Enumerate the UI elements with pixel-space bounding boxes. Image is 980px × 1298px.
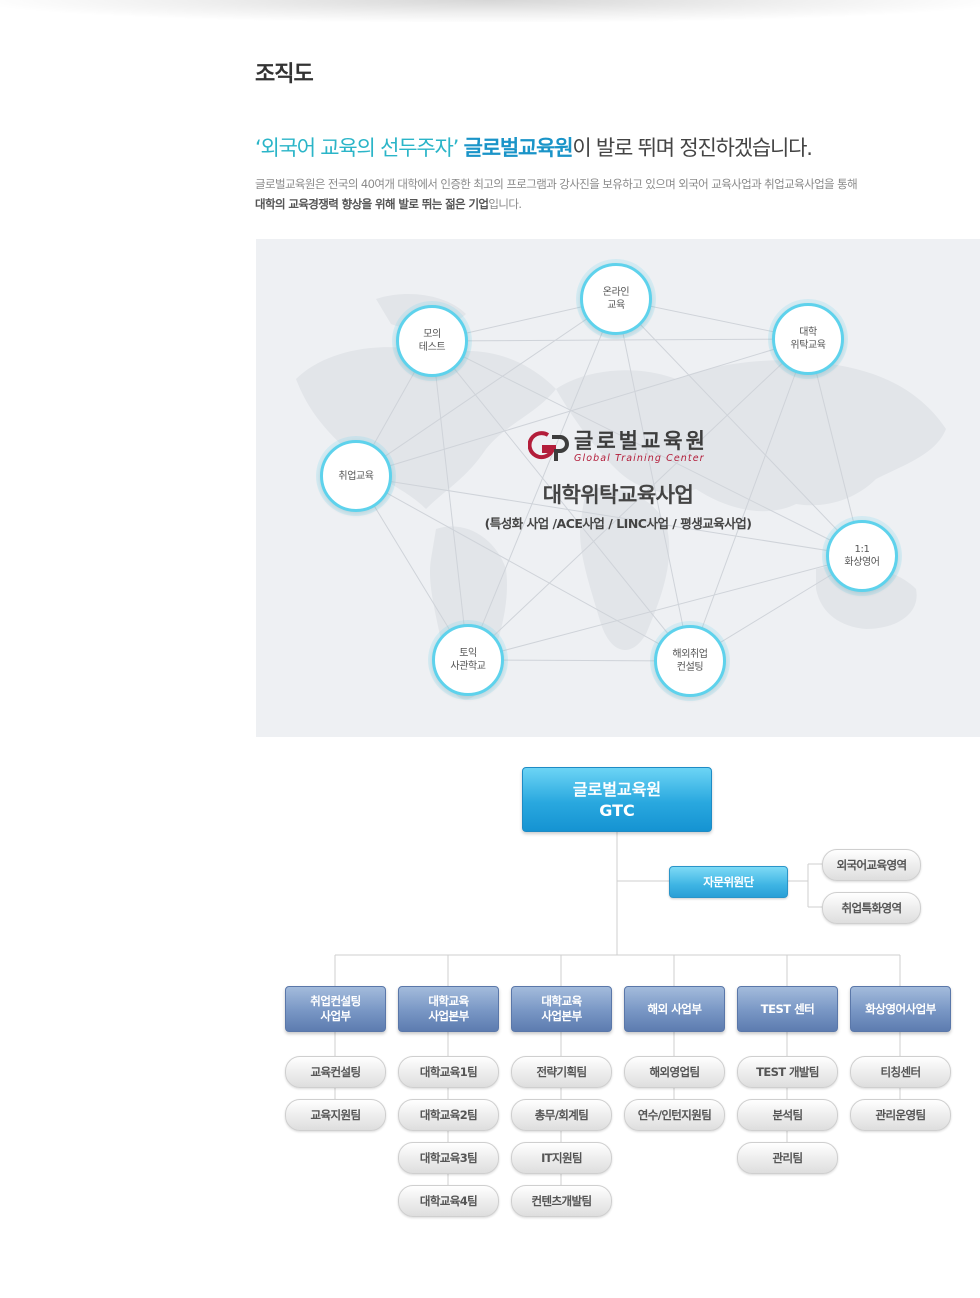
dept-overseas: 해외 사업부 bbox=[624, 986, 725, 1032]
advisory-committee: 자문위원단 bbox=[669, 866, 788, 898]
dept-university-education-1: 대학교육 사업본부 bbox=[398, 986, 499, 1032]
gtc-logo-icon bbox=[528, 431, 569, 461]
team-test-development: TEST 개발팀 bbox=[737, 1056, 838, 1088]
org-root-gtc: 글로벌교육원 GTC bbox=[522, 767, 712, 832]
headline: ‘외국어 교육의 선두주자’ 글로벌교육원이 발로 뛰며 정진하겠습니다. bbox=[255, 132, 813, 162]
team-strategy-planning: 전략기획팀 bbox=[511, 1056, 612, 1088]
intro-line-2-strong: 대학의 교육경쟁력 향상을 위해 발로 뛰는 젊은 기업 bbox=[255, 197, 489, 211]
node-overseas-job-consulting: 해외취업 컨설팅 bbox=[654, 625, 726, 697]
advisory-area-foreign-language: 외국어교육영역 bbox=[822, 849, 921, 881]
intro-line-2-rest: 입니다. bbox=[488, 197, 522, 211]
center-title: 대학위탁교육사업 bbox=[542, 483, 694, 507]
team-university-education-1: 대학교육1팀 bbox=[398, 1056, 499, 1088]
node-university-commissioned-education: 대학 위탁교육 bbox=[772, 303, 844, 375]
headline-rest: 이 발로 뛰며 정진하겠습니다. bbox=[572, 136, 813, 160]
team-teaching-center: 티칭센터 bbox=[850, 1056, 951, 1088]
advisory-area-employment: 취업특화영역 bbox=[822, 892, 921, 924]
business-map: 온라인 교육 모의 테스트 대학 위탁교육 취업교육 1:1 화상영어 토익 사… bbox=[256, 239, 980, 737]
team-management: 관리팀 bbox=[737, 1142, 838, 1174]
dept-employment-consulting: 취업컨설팅 사업부 bbox=[285, 986, 386, 1032]
intro-line-2: 대학의 교육경쟁력 향상을 위해 발로 뛰는 젊은 기업입니다. bbox=[255, 194, 955, 214]
team-education-consulting: 교육컨설팅 bbox=[285, 1056, 386, 1088]
team-operations-management: 관리운영팀 bbox=[850, 1099, 951, 1131]
team-university-education-4: 대학교육4팀 bbox=[398, 1185, 499, 1217]
dept-test-center: TEST 센터 bbox=[737, 986, 838, 1032]
team-training-internship-support: 연수/인턴지원팀 bbox=[624, 1099, 725, 1131]
dept-video-english: 화상영어사업부 bbox=[850, 986, 951, 1032]
org-root-name: 글로벌교육원 bbox=[572, 779, 662, 799]
team-education-support: 교육지원팀 bbox=[285, 1099, 386, 1131]
page-title: 조직도 bbox=[255, 62, 314, 87]
center-subtitle: (특성화 사업 /ACE사업 / LINC사업 / 평생교육사업) bbox=[484, 516, 752, 531]
team-content-development: 컨텐츠개발팀 bbox=[511, 1185, 612, 1217]
logo-text-korean: 글로벌교육원 bbox=[574, 429, 708, 453]
intro-text: 글로벌교육원은 전국의 40여개 대학에서 인증한 최고의 프로그램과 강사진을… bbox=[255, 174, 955, 214]
org-root-abbr: GTC bbox=[599, 800, 635, 820]
intro-line-1: 글로벌교육원은 전국의 40여개 대학에서 인증한 최고의 프로그램과 강사진을… bbox=[255, 177, 858, 191]
team-university-education-2: 대학교육2팀 bbox=[398, 1099, 499, 1131]
node-mock-test: 모의 테스트 bbox=[396, 305, 468, 377]
headline-brand: 글로벌교육원 bbox=[463, 136, 574, 160]
dept-university-education-2: 대학교육 사업본부 bbox=[511, 986, 612, 1032]
logo-text-english: Global Training Center bbox=[574, 453, 705, 464]
node-online-education: 온라인 교육 bbox=[580, 263, 652, 335]
top-shadow bbox=[0, 0, 980, 22]
team-it-support: IT지원팀 bbox=[511, 1142, 612, 1174]
team-analysis: 분석팀 bbox=[737, 1099, 838, 1131]
headline-slogan: ‘외국어 교육의 선두주자’ bbox=[255, 136, 459, 160]
team-general-affairs-accounting: 총무/회계팀 bbox=[511, 1099, 612, 1131]
gtc-logo: 글로벌교육원 Global Training Center bbox=[528, 429, 708, 465]
team-overseas-sales: 해외영업팀 bbox=[624, 1056, 725, 1088]
node-toeic-academy: 토익 사관학교 bbox=[432, 624, 504, 696]
team-university-education-3: 대학교육3팀 bbox=[398, 1142, 499, 1174]
